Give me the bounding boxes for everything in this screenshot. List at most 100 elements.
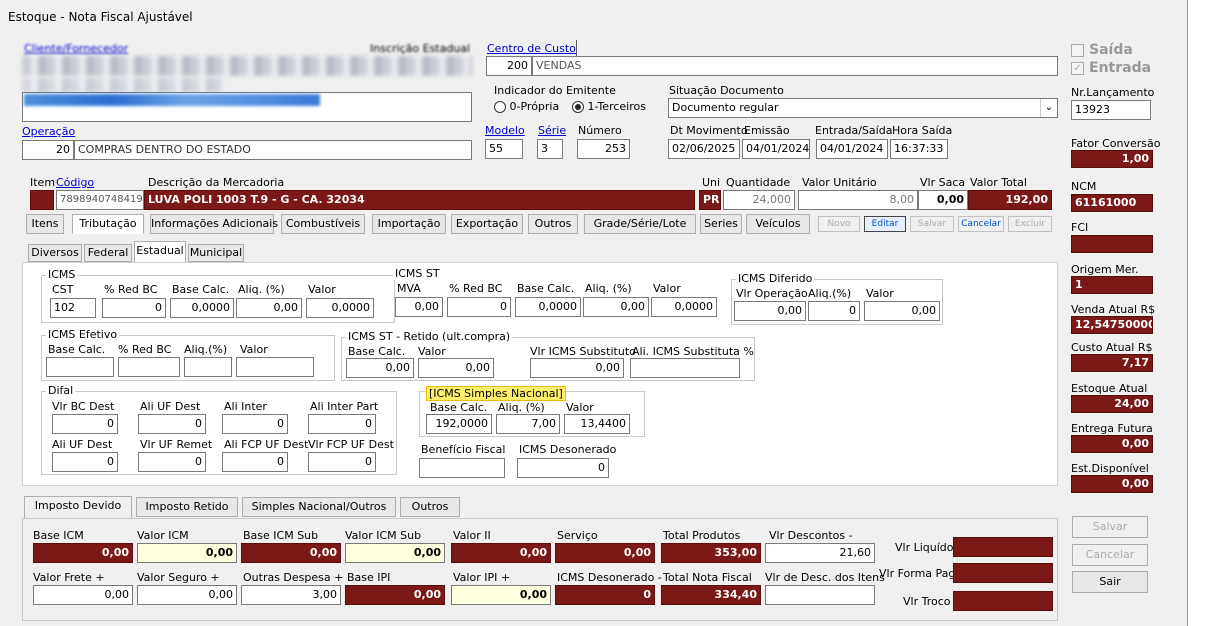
tab-combustiveis[interactable]: Combustíveis <box>281 214 365 234</box>
beneficio-field[interactable] <box>419 458 505 478</box>
difal-inter-field[interactable]: 0 <box>222 414 288 434</box>
tab-veiculos[interactable]: Veículos <box>746 214 810 234</box>
tab-importacao[interactable]: Importação <box>372 214 446 234</box>
cliente-field-blurred[interactable] <box>22 56 472 76</box>
tab-imposto-retido[interactable]: Imposto Retido <box>136 497 238 517</box>
saida-checkbox[interactable]: Saída <box>1071 42 1133 58</box>
outras-field[interactable]: 3,00 <box>241 585 341 605</box>
icms-cst-field[interactable]: 102 <box>50 298 96 318</box>
tab-itens[interactable]: Itens <box>26 214 64 234</box>
icmsef-valor-field[interactable] <box>236 357 314 377</box>
difal-vfcp-field[interactable]: 0 <box>308 452 376 472</box>
subtab-estadual[interactable]: Estadual <box>134 241 186 263</box>
difal-fcp-field[interactable]: 0 <box>222 452 288 472</box>
origem-field[interactable]: 1 <box>1071 276 1153 294</box>
venda-field[interactable]: 12,54750000 <box>1071 316 1153 334</box>
tab-exportacao[interactable]: Exportação <box>451 214 523 234</box>
icms-aliq-field[interactable]: 0,00 <box>236 298 302 318</box>
modelo-field[interactable]: 55 <box>485 139 523 159</box>
icms-valor-field[interactable]: 0,0000 <box>306 298 374 318</box>
valorii-field[interactable]: 0,00 <box>451 543 551 563</box>
totnota-field[interactable]: 334,40 <box>661 585 761 605</box>
icmsst-mva-field[interactable]: 0,00 <box>395 297 443 317</box>
radio-terceiros-circle[interactable] <box>572 101 584 113</box>
icmsef-red-field[interactable] <box>118 357 180 377</box>
difal-aliuf-field[interactable]: 0 <box>138 414 206 434</box>
cancelar-button[interactable]: Cancelar <box>1072 544 1148 566</box>
tab-imposto-devido[interactable]: Imposto Devido <box>24 496 132 518</box>
emissao-field[interactable]: 04/01/2024 <box>742 139 810 159</box>
novo-button[interactable]: Novo <box>818 216 860 232</box>
icmsef-aliq-field[interactable] <box>184 357 232 377</box>
centro-name-field[interactable]: VENDAS <box>532 56 1058 76</box>
icmsef-base-field[interactable] <box>46 357 114 377</box>
subtab-diversos[interactable]: Diversos <box>28 244 82 262</box>
valoripi-field[interactable]: 0,00 <box>451 585 551 605</box>
simples-aliq-field[interactable]: 7,00 <box>496 414 560 434</box>
icms-red-field[interactable]: 0 <box>102 298 166 318</box>
liquido-field[interactable] <box>953 537 1053 557</box>
icmsstret-sub-field[interactable]: 0,00 <box>530 358 624 378</box>
salvar-small-button[interactable]: Salvar <box>910 216 954 232</box>
tab-outros-bottom[interactable]: Outros <box>400 497 460 517</box>
seguro-field[interactable]: 0,00 <box>137 585 237 605</box>
operacao-label[interactable]: Operação <box>22 125 75 138</box>
formapag-field[interactable] <box>953 563 1053 583</box>
cliente-label[interactable]: Cliente/Fornecedor <box>24 42 128 55</box>
radio-terceiros[interactable]: 1-Terceiros <box>572 100 646 113</box>
valoricm-field[interactable]: 0,00 <box>137 543 237 563</box>
radio-propria-circle[interactable] <box>494 101 506 113</box>
numero-field[interactable]: 253 <box>577 139 630 159</box>
hora-field[interactable]: 16:37:33 <box>890 139 948 159</box>
subtab-federal[interactable]: Federal <box>84 244 132 262</box>
vsaca-field[interactable]: 0,00 <box>918 190 968 210</box>
icmsstret-ali-field[interactable] <box>630 358 740 378</box>
icmsst-base-field[interactable]: 0,0000 <box>515 297 581 317</box>
fator-field[interactable]: 1,00 <box>1071 150 1153 168</box>
uni-field[interactable]: PR <box>699 190 721 210</box>
estdisp-field[interactable]: 0,00 <box>1071 475 1153 493</box>
serie-field[interactable]: 3 <box>537 139 563 159</box>
check-icon[interactable]: ✓ <box>1071 61 1084 75</box>
vunit-field[interactable]: 8,00 <box>798 190 918 210</box>
sair-button[interactable]: Sair <box>1072 571 1148 593</box>
baseicm-field[interactable]: 0,00 <box>33 543 133 563</box>
custo-field[interactable]: 7,17 <box>1071 354 1153 372</box>
baseipi-field[interactable]: 0,00 <box>345 585 445 605</box>
icmsdif-valor-field[interactable]: 0,00 <box>864 301 940 321</box>
cancelar-small-button[interactable]: Cancelar <box>958 216 1004 232</box>
estoque-field[interactable]: 24,00 <box>1071 395 1153 413</box>
serie-label[interactable]: Série <box>538 124 566 137</box>
subtab-municipal[interactable]: Municipal <box>188 244 244 262</box>
excluir-small-button[interactable]: Excluir <box>1008 216 1052 232</box>
centro-custo-label[interactable]: Centro de Custo <box>487 42 576 55</box>
tab-grade-serie-lote[interactable]: Grade/Série/Lote <box>584 214 696 234</box>
difal-remet-field[interactable]: 0 <box>138 452 206 472</box>
ncm-field[interactable]: 61161000 <box>1071 194 1153 212</box>
icmsstret-base-field[interactable]: 0,00 <box>346 358 414 378</box>
chevron-down-icon[interactable]: ⌄ <box>1040 99 1057 117</box>
frete-field[interactable]: 0,00 <box>33 585 133 605</box>
entrega-field[interactable]: 0,00 <box>1071 435 1153 453</box>
codigo-label[interactable]: Código <box>56 176 94 189</box>
nrlanc-field[interactable]: 13923 <box>1071 100 1151 120</box>
item-field[interactable] <box>30 190 54 210</box>
entsai-field[interactable]: 04/01/2024 <box>816 139 888 159</box>
tab-outros[interactable]: Outros <box>528 214 578 234</box>
vtotal-field[interactable]: 192,00 <box>968 190 1052 210</box>
desc-field[interactable]: 21,60 <box>765 543 875 563</box>
valoricmsub-field[interactable]: 0,00 <box>345 543 445 563</box>
situacao-select[interactable]: Documento regular <box>668 98 1058 118</box>
editar-button[interactable]: Editar <box>864 216 906 232</box>
tab-simples-nacional-outros[interactable]: Simples Nacional/Outros <box>242 497 396 517</box>
icmsst-valor-field[interactable]: 0,0000 <box>651 297 717 317</box>
difal-interpart-field[interactable]: 0 <box>308 414 376 434</box>
icmsdeson-field[interactable]: 0 <box>555 585 655 605</box>
servico-field[interactable]: 0,00 <box>555 543 655 563</box>
icmsst-red-field[interactable]: 0 <box>447 297 511 317</box>
radio-propria[interactable]: 0-Própria <box>494 100 559 113</box>
simples-base-field[interactable]: 192,0000 <box>426 414 492 434</box>
desc-field[interactable]: LUVA POLI 1003 T.9 - G - CA. 32034 <box>144 190 695 210</box>
salvar-button[interactable]: Salvar <box>1072 516 1148 538</box>
icmsst-aliq-field[interactable]: 0,00 <box>583 297 649 317</box>
